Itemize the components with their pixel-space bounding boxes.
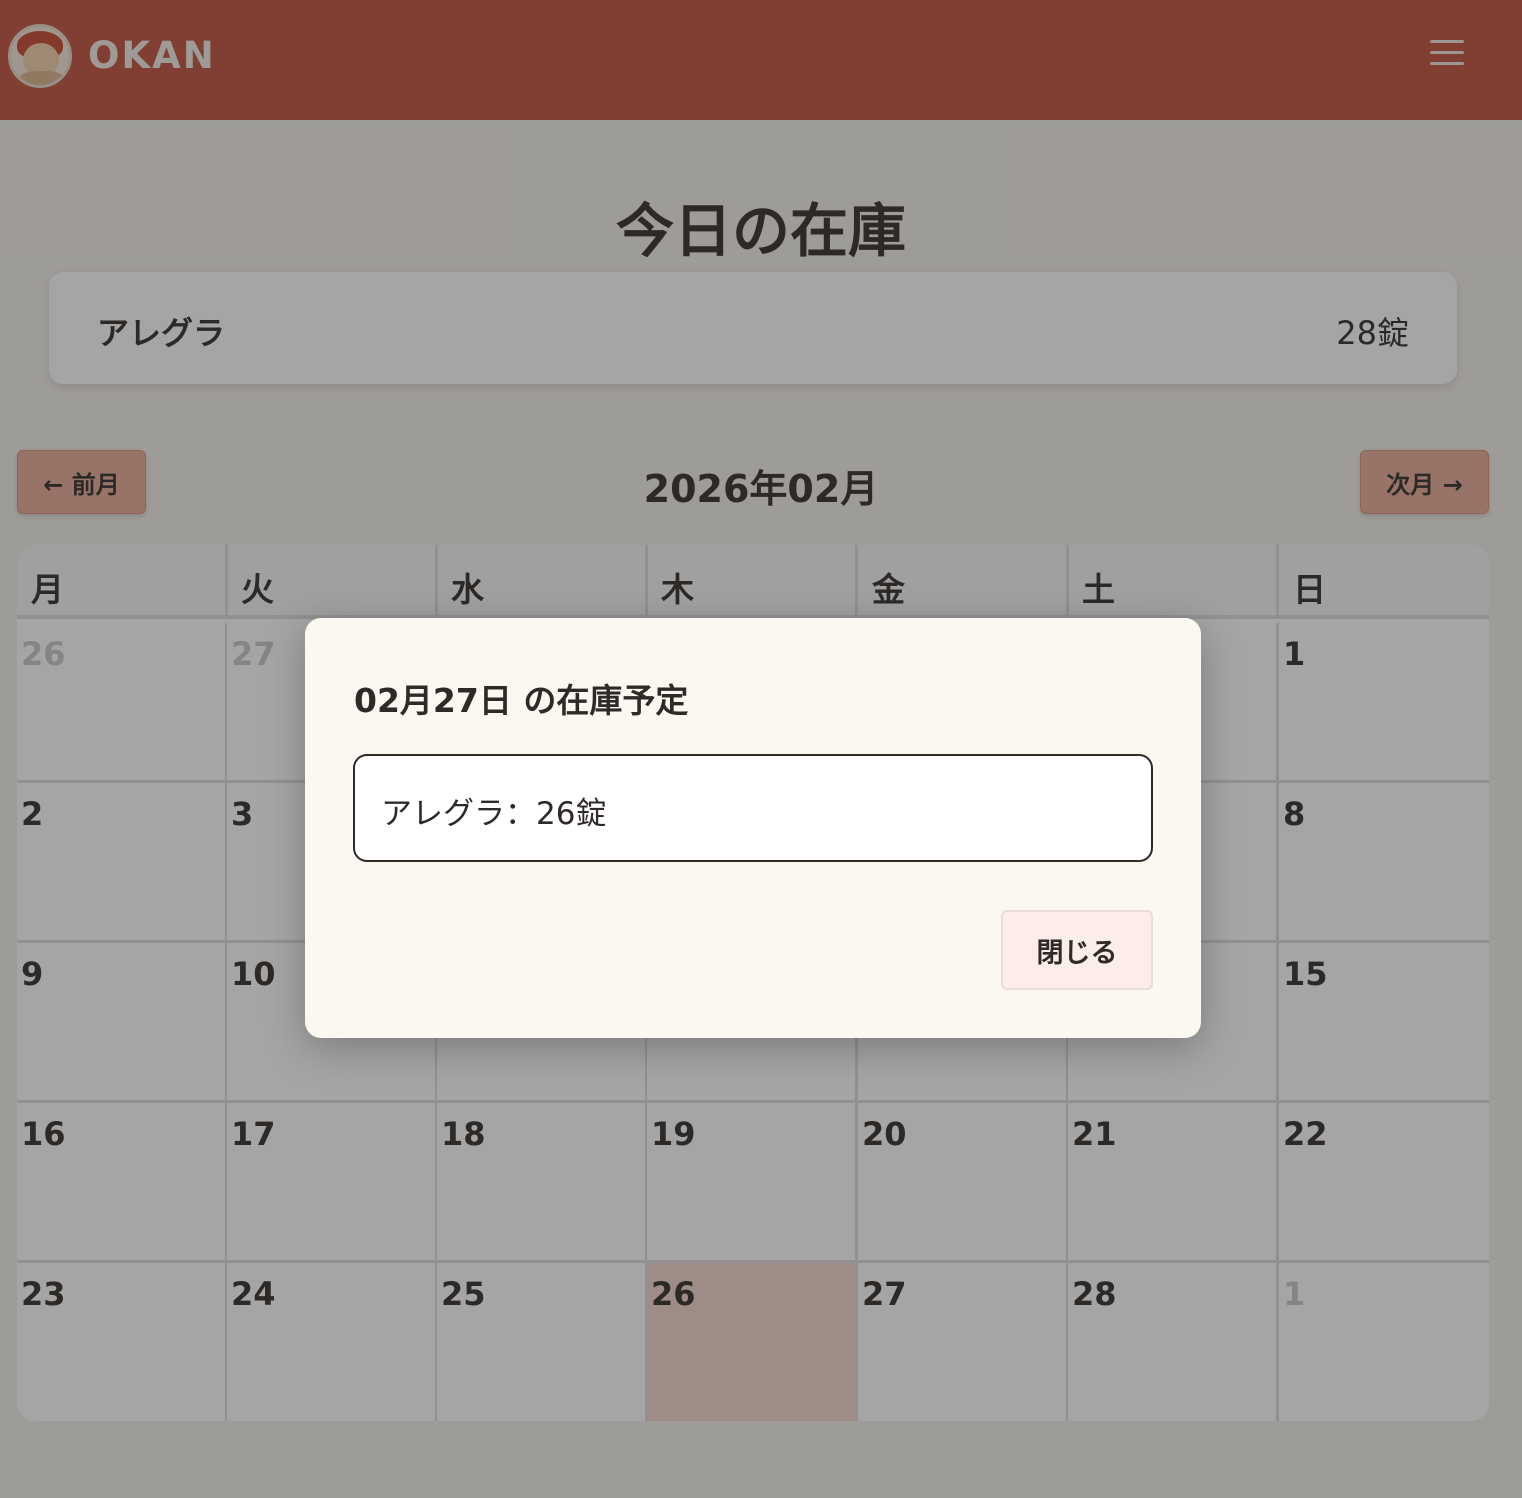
modal-title: 02月27日 の在庫予定 <box>354 681 689 720</box>
close-button[interactable]: 閉じる <box>1001 910 1153 990</box>
forecast-entry-box: アレグラ：26錠 <box>353 754 1153 862</box>
forecast-entry: アレグラ：26錠 <box>381 796 607 832</box>
stock-forecast-modal: 02月27日 の在庫予定 アレグラ：26錠 閉じる <box>305 618 1201 1038</box>
